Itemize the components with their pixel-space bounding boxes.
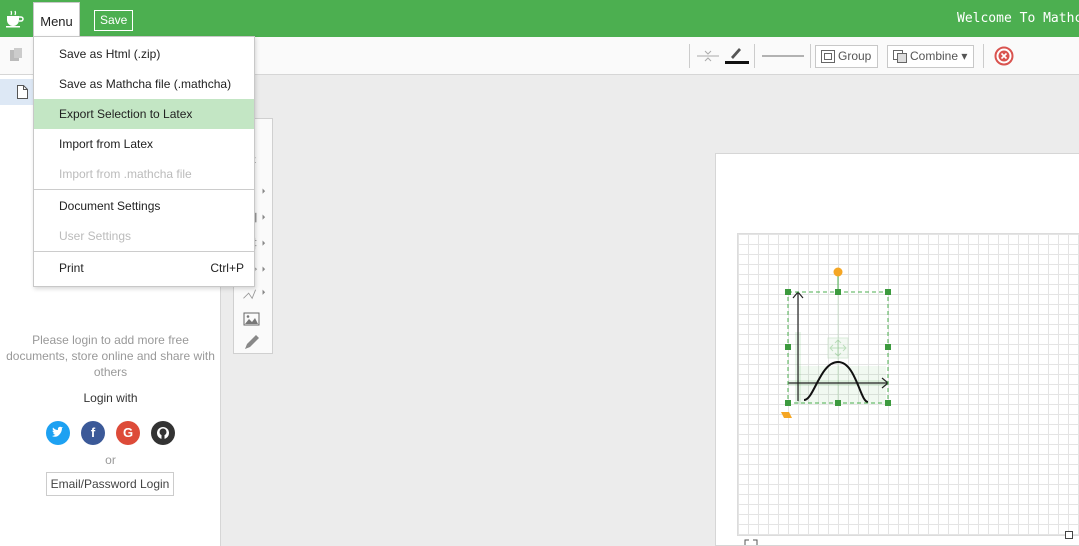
menu-item-print[interactable]: Print Ctrl+P xyxy=(34,253,254,283)
combine-label: Combine ▾ xyxy=(910,49,968,63)
welcome-text: Welcome To Mathcha xyxy=(957,11,1079,26)
combine-icon xyxy=(893,50,907,63)
menu-item-import-mathcha: Import from .mathcha file xyxy=(59,167,192,181)
print-shortcut: Ctrl+P xyxy=(210,261,244,275)
document-icon xyxy=(17,85,28,99)
menu-button[interactable]: Menu xyxy=(33,2,80,37)
stroke-color-icon[interactable] xyxy=(725,45,749,65)
rotate-handle xyxy=(833,267,843,277)
menu-item-save-mathcha[interactable]: Save as Mathcha file (.mathcha) xyxy=(34,69,254,99)
save-button[interactable]: Save xyxy=(94,10,134,31)
menu-item-import-latex[interactable]: Import from Latex xyxy=(34,129,254,159)
mathcha-logo-icon[interactable] xyxy=(3,8,25,30)
toolbar-separator xyxy=(810,44,811,68)
menu-separator xyxy=(34,251,254,252)
menu-item-document-settings[interactable]: Document Settings xyxy=(34,191,254,221)
top-bar: Menu Save Welcome To Mathcha xyxy=(0,0,1079,37)
toolbar-separator xyxy=(983,44,984,68)
menu-item-export-latex[interactable]: Export Selection to Latex xyxy=(34,99,254,129)
group-icon xyxy=(821,50,835,63)
login-note: Please login to add more free documents,… xyxy=(6,333,215,379)
fullscreen-icon[interactable] xyxy=(744,539,758,546)
menu-item-print-label: Print xyxy=(59,261,84,275)
group-label: Group xyxy=(838,49,872,63)
menu-separator xyxy=(34,189,254,190)
toolbar-separator xyxy=(754,44,755,68)
group-button[interactable]: Group xyxy=(815,45,879,68)
twitter-login-icon[interactable] xyxy=(46,421,70,445)
email-password-login-button[interactable]: Email/Password Login xyxy=(46,472,174,496)
pencil-icon[interactable] xyxy=(240,331,266,353)
line-style-icon[interactable] xyxy=(762,54,804,58)
menu-item-save-html[interactable]: Save as Html (.zip) xyxy=(34,39,254,69)
main-menu-dropdown: Save as Html (.zip) Save as Mathcha file… xyxy=(33,36,255,287)
google-login-icon[interactable]: G xyxy=(116,421,140,445)
menu-item-user-settings: User Settings xyxy=(59,229,132,243)
canvas-resize-handle[interactable] xyxy=(1065,531,1073,539)
combine-button[interactable]: Combine ▾ xyxy=(887,45,975,68)
or-divider-text: or xyxy=(105,453,116,467)
paste-icon[interactable] xyxy=(9,47,23,63)
drawing-canvas[interactable] xyxy=(737,233,1079,536)
github-login-icon[interactable] xyxy=(151,421,175,445)
move-arrows-icon xyxy=(827,337,849,359)
delete-circle-icon[interactable] xyxy=(994,46,1014,66)
image-icon[interactable] xyxy=(240,309,266,331)
selected-graph-figure[interactable] xyxy=(738,234,1079,537)
line-spacing-icon[interactable] xyxy=(697,49,719,63)
login-with-label: Login with xyxy=(83,391,138,405)
toolbar-separator xyxy=(689,44,690,68)
facebook-login-icon[interactable]: f xyxy=(81,421,105,445)
